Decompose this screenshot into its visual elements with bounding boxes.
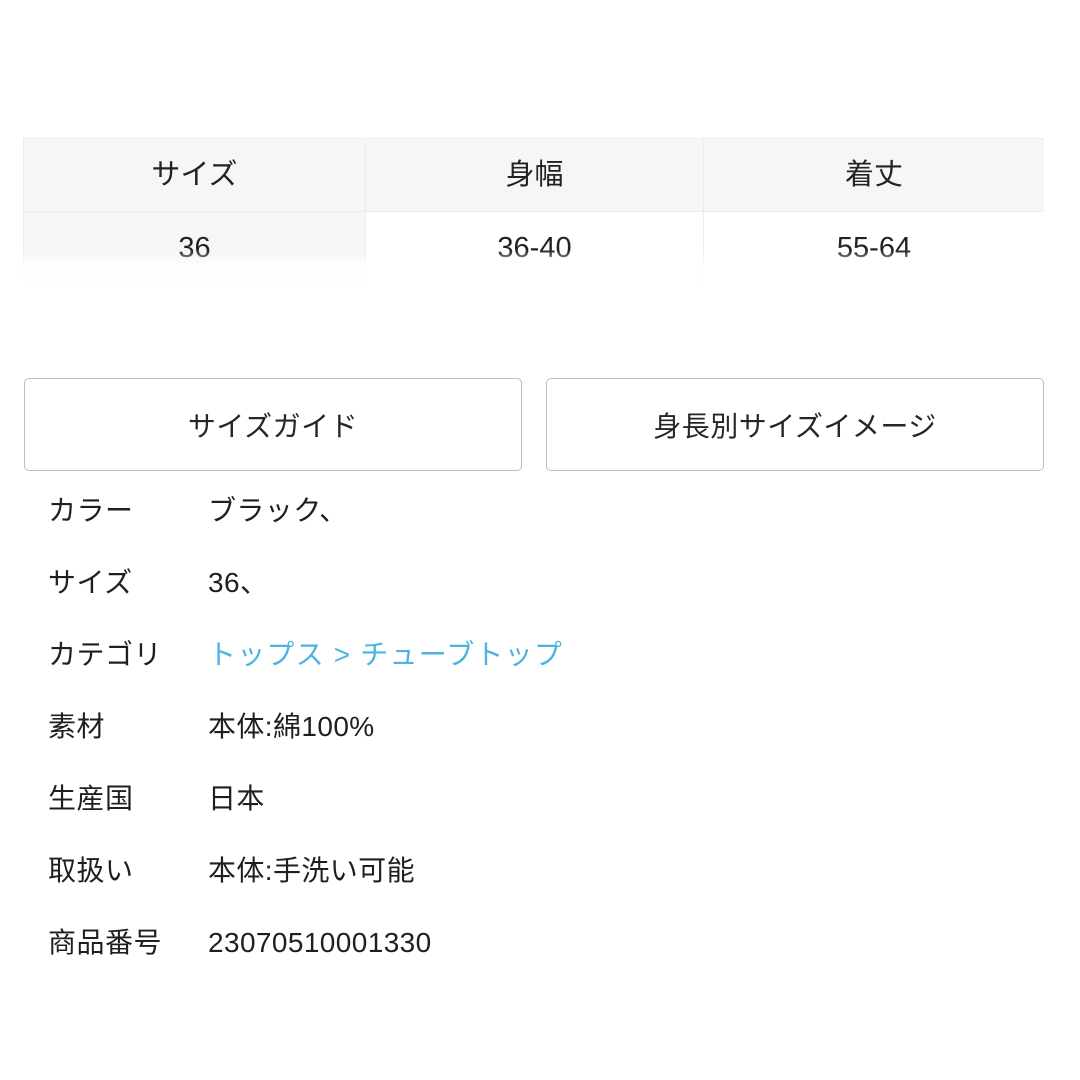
table-header-row: サイズ 身幅 着丈 — [23, 138, 1044, 212]
spec-value-category-link[interactable]: トップス > チューブトップ — [208, 633, 563, 673]
spec-label-country: 生産国 — [48, 783, 134, 814]
spec-value-material: 本体:綿100% — [208, 711, 375, 742]
spec-label-size: サイズ — [48, 567, 133, 598]
spec-row-country: 生産国 日本 — [48, 777, 1048, 849]
size-table: サイズ 身幅 着丈 36 36-40 55-64 — [23, 138, 1044, 288]
column-header-size: サイズ — [23, 138, 366, 212]
cell-size-clipped — [23, 284, 366, 288]
spec-label-color: カラー — [48, 495, 134, 526]
spec-value-size: 36、 — [208, 567, 269, 598]
spec-row-color: カラー ブラック、 — [48, 489, 1048, 561]
table-row: 36 36-40 55-64 — [23, 211, 1044, 285]
spec-value-care: 本体:手洗い可能 — [208, 855, 415, 886]
size-guide-button-label: サイズガイド — [187, 410, 359, 442]
size-table-header: サイズ 身幅 着丈 — [23, 138, 1044, 212]
height-size-image-button-label: 身長別サイズイメージ — [653, 410, 937, 442]
spec-label-product-number: 商品番号 — [48, 927, 163, 958]
spec-row-product-number: 商品番号 23070510001330 — [48, 921, 1048, 993]
size-table-container: サイズ 身幅 着丈 36 36-40 55-64 — [23, 138, 1044, 288]
size-guide-button[interactable]: サイズガイド — [24, 378, 522, 471]
spec-label-care: 取扱い — [48, 855, 134, 886]
cell-body-length-clipped — [703, 284, 1044, 288]
spec-row-care: 取扱い 本体:手洗い可能 — [48, 849, 1048, 921]
guide-button-group: サイズガイド 身長別サイズイメージ — [24, 378, 1044, 471]
cell-body-width: 36-40 — [365, 211, 704, 285]
size-table-body: 36 36-40 55-64 — [23, 211, 1044, 288]
cell-body-length: 55-64 — [703, 211, 1044, 285]
spec-label-category: カテゴリ — [48, 639, 163, 670]
column-header-length: 着丈 — [703, 138, 1044, 212]
height-size-image-button[interactable]: 身長別サイズイメージ — [546, 378, 1044, 471]
spec-label-material: 素材 — [48, 711, 106, 742]
spec-value-product-number: 23070510001330 — [208, 927, 432, 958]
cell-body-width-clipped — [365, 284, 704, 288]
spec-value-color: ブラック、 — [208, 495, 348, 526]
spec-row-material: 素材 本体:綿100% — [48, 705, 1048, 777]
cell-size: 36 — [23, 211, 366, 285]
table-row-clipped — [23, 284, 1044, 288]
column-header-width: 身幅 — [365, 138, 704, 212]
spec-row-size: サイズ 36、 — [48, 561, 1048, 633]
spec-value-country: 日本 — [208, 783, 265, 814]
product-spec-list: カラー ブラック、 サイズ 36、 カテゴリ トップス > チューブトップ 素材… — [48, 489, 1048, 993]
spec-row-category: カテゴリ トップス > チューブトップ — [48, 633, 1048, 705]
